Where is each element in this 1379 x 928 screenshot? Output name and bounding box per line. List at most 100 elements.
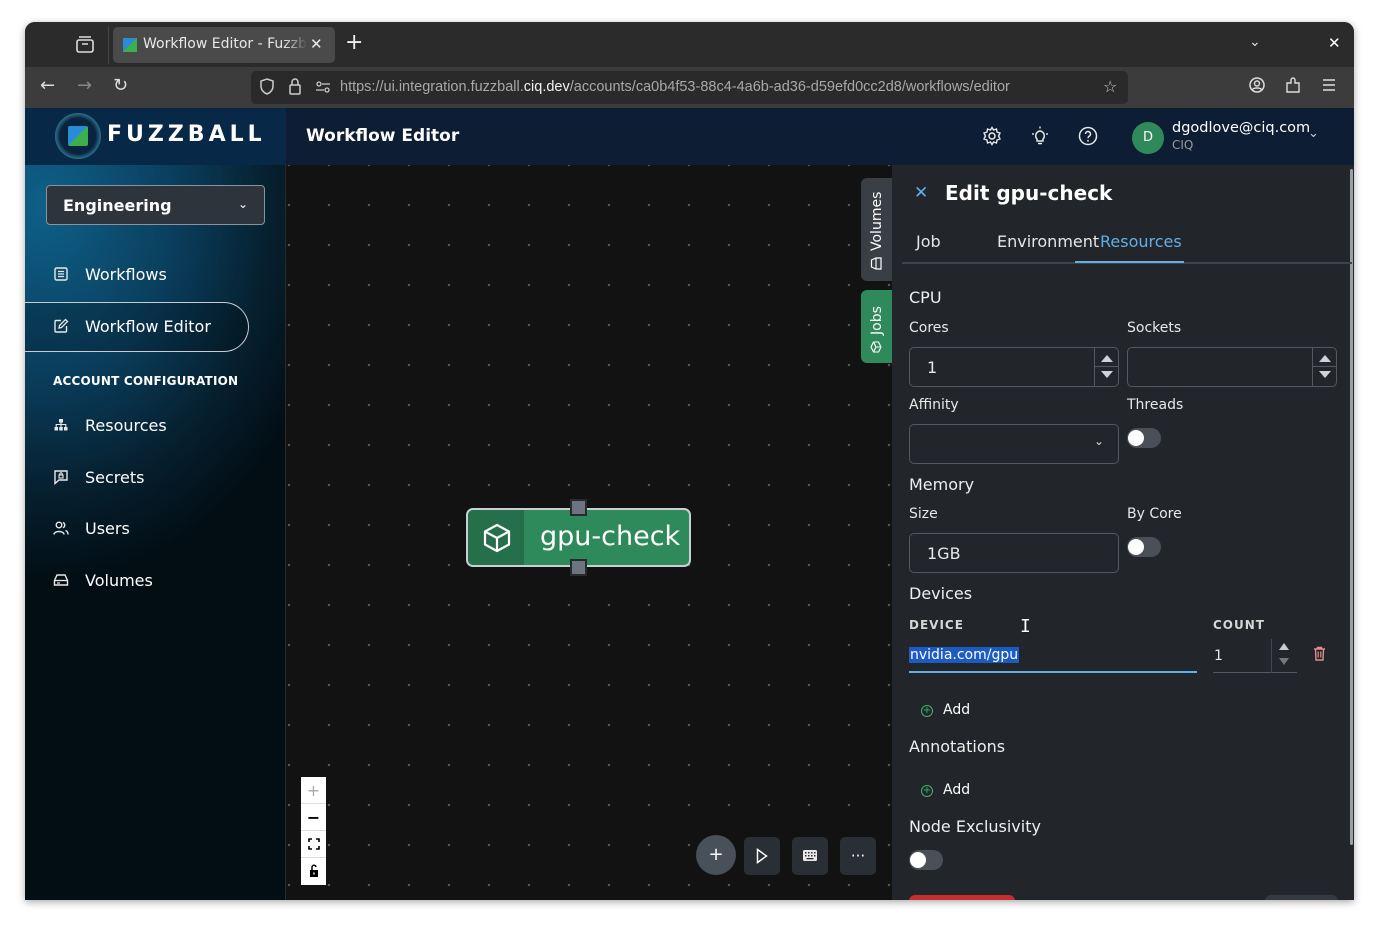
secret-icon	[54, 470, 68, 485]
sidebar-item-resources[interactable]: Resources	[25, 402, 249, 452]
increment-icon[interactable]	[1279, 643, 1289, 650]
divider	[108, 26, 109, 64]
device-value: nvidia.com/gpu	[909, 647, 1020, 663]
sidebar-item-label: Workflows	[85, 265, 167, 284]
bookmark-star-icon[interactable]: ☆	[1103, 77, 1117, 96]
node-output-handle[interactable]	[570, 559, 587, 576]
increment-icon[interactable]	[1101, 355, 1113, 362]
delete-node-button[interactable]	[909, 895, 1015, 900]
app-header: FUZZBALL Workflow Editor D dgodlove@ciq.…	[25, 108, 1354, 165]
cores-stepper[interactable]	[1094, 348, 1119, 386]
sidebar-item-secrets[interactable]: Secrets	[25, 454, 249, 504]
settings-icon[interactable]	[982, 126, 1002, 146]
volumes-side-tab[interactable]: Volumes	[861, 178, 893, 281]
lock-icon[interactable]	[289, 78, 301, 95]
panel-title: Edit gpu-check	[945, 181, 1113, 205]
close-panel-icon[interactable]: ✕	[914, 183, 928, 203]
sidebar-item-users[interactable]: Users	[25, 505, 249, 555]
sidebar-item-workflows[interactable]: Workflows	[25, 251, 249, 301]
account-icon[interactable]	[1249, 77, 1265, 93]
by-core-toggle[interactable]	[1127, 537, 1161, 557]
decrement-icon[interactable]	[1279, 658, 1289, 665]
increment-icon[interactable]	[1319, 355, 1331, 362]
drive-icon	[870, 257, 882, 270]
menu-icon[interactable]	[1321, 77, 1337, 93]
tab-resources[interactable]: Resources	[1100, 232, 1182, 251]
user-org: CIQ	[1172, 138, 1194, 152]
more-options-button[interactable]: ···	[840, 837, 876, 875]
cube-icon	[483, 523, 511, 553]
add-device-button[interactable]: + Add	[921, 702, 970, 718]
devices-heading: Devices	[909, 584, 973, 603]
url-text[interactable]: https://ui.integration.fuzzball.ciq.dev/…	[340, 79, 1010, 95]
url-domain: ciq.dev	[523, 79, 570, 95]
tab-environment[interactable]: Environment	[997, 232, 1099, 251]
run-workflow-button[interactable]	[744, 837, 780, 875]
device-input[interactable]: nvidia.com/gpu	[909, 643, 1197, 673]
chevron-down-icon[interactable]: ⌄	[1249, 34, 1261, 50]
sockets-input[interactable]	[1127, 347, 1337, 387]
sidebar-item-label: Users	[85, 519, 130, 538]
zoom-in-button[interactable]: +	[301, 777, 326, 804]
jobs-tab-text: Jobs	[869, 306, 885, 335]
sidebar-item-workflow-editor[interactable]: Workflow Editor	[25, 302, 249, 352]
close-window-icon[interactable]: ✕	[1328, 34, 1341, 52]
save-button[interactable]	[1265, 895, 1338, 900]
extensions-icon[interactable]	[1285, 77, 1301, 93]
node-label: gpu-check	[540, 521, 681, 552]
sidebar-item-volumes[interactable]: Volumes	[25, 557, 249, 607]
drive-icon	[53, 574, 69, 586]
shield-icon[interactable]	[260, 78, 274, 95]
back-icon[interactable]: ←	[40, 75, 55, 97]
add-annotation-button[interactable]: + Add	[921, 782, 970, 798]
edit-icon	[54, 318, 69, 333]
workflow-node-gpu-check[interactable]: gpu-check	[466, 499, 691, 576]
edit-node-panel: ✕ Edit gpu-check Job Environment Resourc…	[892, 165, 1354, 900]
node-input-handle[interactable]	[570, 499, 587, 516]
lock-toggle-button[interactable]	[301, 858, 326, 885]
tab-job[interactable]: Job	[916, 232, 941, 251]
cores-input[interactable]: 1	[909, 347, 1119, 387]
decrement-icon[interactable]	[1319, 371, 1331, 378]
url-path: /accounts/ca0b4f53-88c4-4a6b-ad36-d59efd…	[569, 79, 1010, 95]
threads-label: Threads	[1127, 397, 1184, 413]
lightbulb-icon[interactable]	[1030, 126, 1050, 146]
permissions-icon[interactable]	[315, 81, 331, 93]
delete-device-icon[interactable]	[1313, 646, 1326, 661]
url-bar[interactable]: https://ui.integration.fuzzball.ciq.dev/…	[251, 71, 1128, 104]
threads-toggle[interactable]	[1127, 428, 1161, 448]
zoom-out-button[interactable]: −	[301, 804, 326, 831]
memory-heading: Memory	[909, 475, 975, 494]
node-exclusivity-toggle[interactable]	[909, 850, 943, 870]
user-email[interactable]: dgodlove@ciq.com	[1172, 120, 1310, 136]
count-column-header: COUNT	[1213, 618, 1265, 632]
url-prefix: https://ui.integration.fuzzball.	[340, 79, 524, 95]
close-tab-icon[interactable]: ✕	[310, 35, 323, 53]
more-icon: ···	[850, 847, 866, 865]
add-node-button[interactable]: +	[696, 835, 736, 875]
device-count-input[interactable]: 1	[1213, 639, 1297, 673]
affinity-select[interactable]: ⌄	[909, 424, 1119, 464]
brand[interactable]: FUZZBALL	[25, 108, 286, 165]
chevron-down-icon[interactable]: ⌄	[1308, 126, 1319, 141]
device-column-header: DEVICE	[909, 618, 964, 632]
sockets-stepper[interactable]	[1312, 348, 1337, 386]
browser-tab-active[interactable]: Workflow Editor - Fuzzball ✕	[113, 27, 335, 63]
users-icon	[53, 521, 69, 535]
node-icon-box	[468, 510, 524, 565]
workflow-canvas[interactable]: gpu-check + − + ··· Volumes Jobs	[287, 165, 893, 900]
account-select[interactable]: Engineering ⌄	[46, 185, 265, 225]
memory-size-input[interactable]: 1GB	[909, 533, 1119, 573]
avatar[interactable]: D	[1132, 122, 1164, 154]
forward-icon[interactable]: →	[77, 75, 92, 97]
reload-icon[interactable]: ↻	[113, 75, 128, 97]
sockets-label: Sockets	[1127, 320, 1182, 336]
help-icon[interactable]	[1078, 126, 1098, 146]
jobs-side-tab[interactable]: Jobs	[861, 290, 893, 363]
decrement-icon[interactable]	[1101, 371, 1113, 378]
keyboard-shortcuts-button[interactable]	[792, 837, 828, 875]
tab-list-icon[interactable]	[73, 34, 97, 56]
fit-view-button[interactable]	[301, 831, 326, 858]
new-tab-button[interactable]: +	[345, 32, 363, 54]
panel-scrollbar[interactable]	[1350, 169, 1353, 845]
